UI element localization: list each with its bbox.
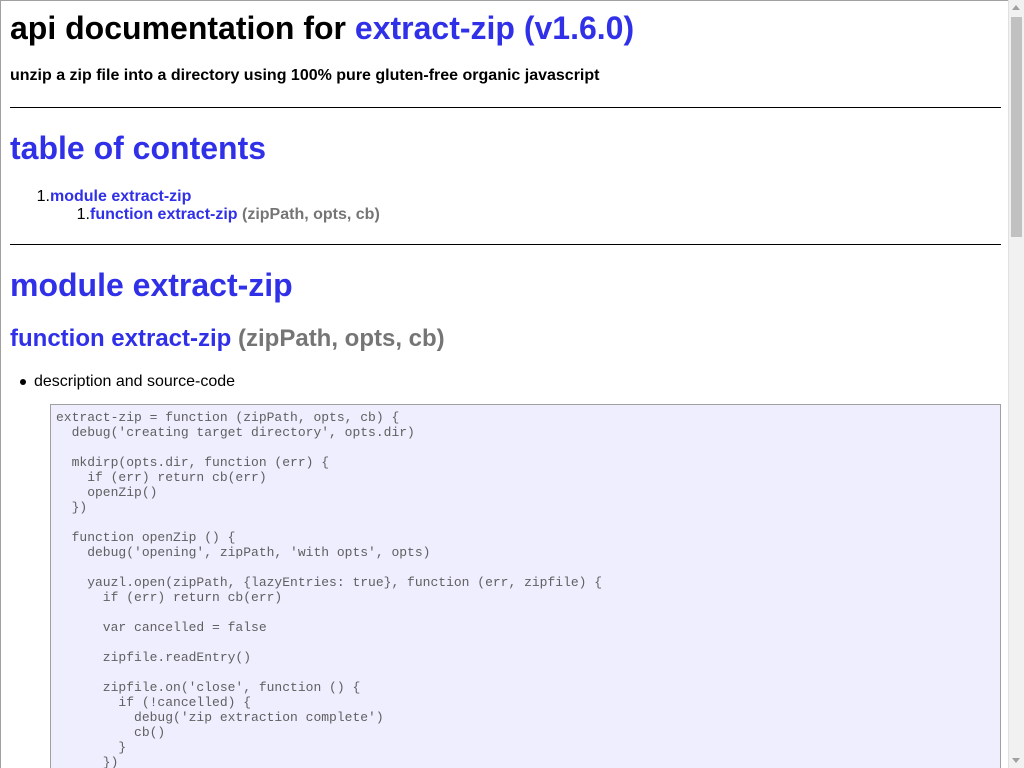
toc-heading[interactable]: table of contents [10, 129, 266, 167]
module-heading-link[interactable]: module extract-zip [10, 267, 293, 303]
divider [10, 107, 1001, 108]
function-heading-link[interactable]: function extract-zip [10, 325, 231, 352]
source-code-text: extract-zip = function (zipPath, opts, c… [56, 410, 603, 768]
toc-link-module-extract-zip[interactable]: module extract-zip [50, 188, 191, 205]
toc-item-number: 1. [36, 188, 50, 205]
scrollbar-thumb[interactable] [1011, 17, 1022, 237]
package-version-link[interactable]: extract-zip (v1.6.0) [355, 10, 634, 46]
vertical-scrollbar[interactable] [1008, 0, 1024, 768]
divider [10, 244, 1001, 245]
scroll-down-arrow-icon[interactable] [1012, 758, 1020, 763]
package-description: unzip a zip file into a directory using … [10, 67, 600, 84]
toc-function-signature: (zipPath, opts, cb) [237, 206, 380, 223]
scroll-up-arrow-icon[interactable] [1012, 5, 1020, 10]
toc-link-function-extract-zip[interactable]: function extract-zip [90, 206, 238, 223]
source-code-bullet-label: description and source-code [34, 373, 236, 390]
page-title: api documentation for extract-zip (v1.6.… [10, 9, 634, 47]
toc-item-function[interactable]: function extract-zip (zipPath, opts, cb) [90, 206, 380, 224]
function-signature: (zipPath, opts, cb) [231, 325, 445, 352]
source-code-block: extract-zip = function (zipPath, opts, c… [50, 404, 1001, 768]
source-code-bullet: description and source-code [20, 373, 236, 391]
toc-subitem-number: 1. [76, 206, 90, 223]
function-heading: function extract-zip (zipPath, opts, cb) [10, 324, 445, 354]
document-frame: api documentation for extract-zip (v1.6.… [0, 0, 1008, 768]
toc-heading-link[interactable]: table of contents [10, 130, 266, 166]
module-heading[interactable]: module extract-zip [10, 266, 293, 304]
bullet-dot-icon [20, 379, 26, 385]
toc-item-module[interactable]: module extract-zip [50, 188, 191, 206]
page-title-prefix: api documentation for [10, 10, 355, 46]
